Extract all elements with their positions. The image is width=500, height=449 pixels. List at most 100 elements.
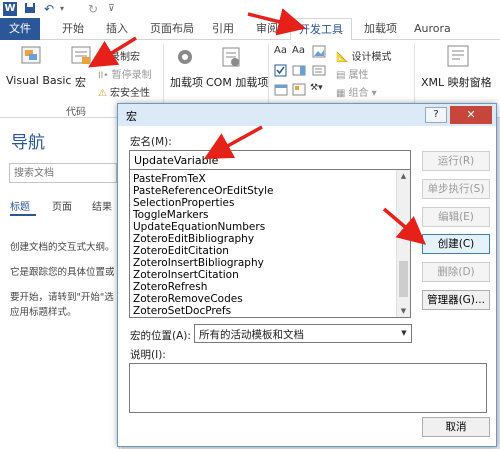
- warning-icon: ⚠: [98, 88, 107, 99]
- picture-control-icon[interactable]: [312, 45, 326, 58]
- list-item[interactable]: UpdateEquationNumbers: [133, 221, 265, 233]
- tab-aurora[interactable]: Aurora: [406, 18, 459, 40]
- nav-help-text: 要开始，请转到"开始"选: [10, 292, 114, 303]
- nav-help-text: 创建文档的交互式大纲。: [10, 242, 115, 253]
- nav-search-input[interactable]: [9, 163, 117, 183]
- macro-location-label: 宏的位置(A):: [130, 330, 191, 342]
- chevron-down-icon[interactable]: ▼: [397, 325, 411, 342]
- record-macro-button[interactable]: 录制宏: [98, 48, 140, 63]
- list-item[interactable]: ZoteroRefresh: [133, 281, 207, 293]
- tab-developer[interactable]: 开发工具: [290, 18, 352, 41]
- group-icon: ▦: [336, 88, 346, 99]
- tab-file[interactable]: 文件: [0, 18, 40, 40]
- edit-button: 编辑(E): [422, 207, 490, 227]
- create-button[interactable]: 创建(C): [422, 234, 490, 254]
- list-item[interactable]: ZoteroSetDocPrefs: [133, 305, 231, 317]
- properties-button: ▤ 属性: [336, 66, 368, 81]
- checkbox-control-icon[interactable]: [274, 64, 287, 77]
- pause-recording-button: II• 暂停录制: [98, 66, 152, 81]
- customize-qat-icon[interactable]: ⊽: [108, 2, 115, 16]
- list-item[interactable]: ZoteroEditCitation: [133, 245, 229, 257]
- addins-button[interactable]: 加载项: [170, 74, 203, 90]
- group-label: 组合: [348, 88, 369, 99]
- properties-label: 属性: [348, 70, 369, 81]
- com-addins-button[interactable]: COM 加载项: [206, 74, 268, 90]
- help-icon[interactable]: ?: [425, 107, 447, 123]
- code-group-label: 代码: [66, 107, 86, 118]
- macro-name-label: 宏名(M):: [130, 136, 172, 148]
- undo-dropdown-icon[interactable]: ▾: [60, 2, 64, 16]
- date-picker-control-icon[interactable]: [274, 83, 288, 96]
- tab-page-layout[interactable]: 页面布局: [142, 18, 202, 40]
- macros-icon[interactable]: [70, 44, 92, 66]
- nav-help-text: 应用标题样式。: [10, 307, 77, 318]
- list-item[interactable]: ZoteroEditBibliography: [133, 233, 254, 245]
- delete-button: 删除(D): [422, 262, 490, 282]
- macros-dialog: 宏 ? ✕ 宏名(M): PasteFromTeX PasteReference…: [117, 103, 497, 447]
- design-mode-button[interactable]: 📐 设计模式: [336, 48, 391, 63]
- tab-references[interactable]: 引用: [204, 18, 242, 40]
- addins-gear-icon[interactable]: [174, 46, 196, 68]
- nav-tab-pages[interactable]: 页面: [52, 198, 72, 213]
- design-mode-label: 设计模式: [351, 52, 392, 63]
- save-icon[interactable]: [24, 2, 36, 14]
- word-app-icon[interactable]: W: [3, 2, 17, 16]
- undo-icon[interactable]: ↶: [44, 2, 54, 16]
- list-item[interactable]: SelectionProperties: [133, 197, 234, 209]
- macro-location-value: 所有的活动模板和文档: [199, 329, 304, 341]
- building-block-control-icon[interactable]: [292, 83, 306, 96]
- com-addins-icon[interactable]: [220, 46, 242, 68]
- record-macro-icon: [98, 52, 107, 61]
- group-button: ▦ 组合 ▾: [336, 84, 377, 99]
- list-item[interactable]: PasteFromTeX: [133, 173, 206, 185]
- macro-name-input[interactable]: [129, 150, 411, 170]
- dialog-title: 宏: [126, 110, 137, 123]
- close-icon[interactable]: ✕: [450, 106, 492, 124]
- tab-addins[interactable]: 加载项: [356, 18, 405, 40]
- scroll-down-icon[interactable]: ▼: [397, 305, 410, 317]
- cancel-button[interactable]: 取消: [422, 417, 490, 437]
- list-item[interactable]: ZoteroRemoveCodes: [133, 293, 243, 305]
- list-scrollbar[interactable]: ▲ ▼: [396, 170, 410, 317]
- legacy-tools-icon[interactable]: ⚒▾: [310, 83, 323, 93]
- macros-button[interactable]: 宏: [75, 74, 86, 90]
- scrollbar-thumb[interactable]: [399, 261, 408, 297]
- navigation-pane: 导航 标题 页面 结果 创建文档的交互式大纲。 它是跟踪您的具体位置或 要开始，…: [0, 118, 120, 449]
- visual-basic-button[interactable]: Visual Basic: [6, 74, 71, 87]
- dropdown-list-control-icon[interactable]: [312, 64, 326, 77]
- macro-list[interactable]: PasteFromTeX PasteReferenceOrEditStyle S…: [129, 170, 411, 318]
- tab-home[interactable]: 开始: [54, 18, 92, 40]
- macro-security-button[interactable]: ⚠ 宏安全性: [98, 84, 150, 99]
- nav-tab-underline: [10, 214, 36, 216]
- xml-mapping-button[interactable]: XML 映射窗格: [421, 74, 492, 90]
- nav-tab-headings[interactable]: 标题: [10, 198, 30, 213]
- macro-security-label: 宏安全性: [109, 88, 150, 99]
- description-label: 说明(I):: [130, 349, 166, 361]
- macro-location-select[interactable]: 所有的活动模板和文档 ▼: [194, 324, 412, 343]
- list-item[interactable]: ZoteroInsertCitation: [133, 269, 239, 281]
- run-button: 运行(R): [422, 151, 490, 171]
- organizer-button[interactable]: 管理器(G)...: [422, 290, 490, 310]
- pause-icon: II•: [98, 71, 109, 81]
- nav-tab-results[interactable]: 结果: [92, 198, 112, 213]
- tab-review[interactable]: 审阅: [248, 18, 286, 40]
- plain-text-control-icon[interactable]: Aa: [292, 45, 305, 56]
- dialog-title-bar[interactable]: 宏 ? ✕: [118, 104, 496, 126]
- step-into-button: 单步执行(S): [422, 179, 490, 199]
- list-item[interactable]: PasteReferenceOrEditStyle: [133, 185, 274, 197]
- list-item[interactable]: ZoteroInsertBibliography: [133, 257, 264, 269]
- group-dropdown-icon: ▾: [368, 88, 377, 99]
- ribbon-tabs: 文件 开始 插入 页面布局 引用 审阅 开发工具 加载项 Aurora: [0, 18, 500, 41]
- nav-help-text: 它是跟踪您的具体位置或: [10, 267, 115, 278]
- combo-box-control-icon[interactable]: [292, 64, 306, 77]
- tab-insert[interactable]: 插入: [98, 18, 136, 40]
- design-mode-icon: 📐: [336, 52, 349, 63]
- redo-icon[interactable]: ↻: [88, 2, 98, 16]
- scroll-up-icon[interactable]: ▲: [397, 170, 410, 182]
- rich-text-control-icon[interactable]: Aa: [274, 45, 287, 56]
- xml-mapping-icon[interactable]: [446, 44, 470, 68]
- pause-recording-label: 暂停录制: [111, 70, 152, 81]
- title-bar: W ↶ ▾ ↻ ⊽: [0, 0, 500, 18]
- visual-basic-icon[interactable]: [20, 44, 42, 66]
- list-item[interactable]: ToggleMarkers: [133, 209, 209, 221]
